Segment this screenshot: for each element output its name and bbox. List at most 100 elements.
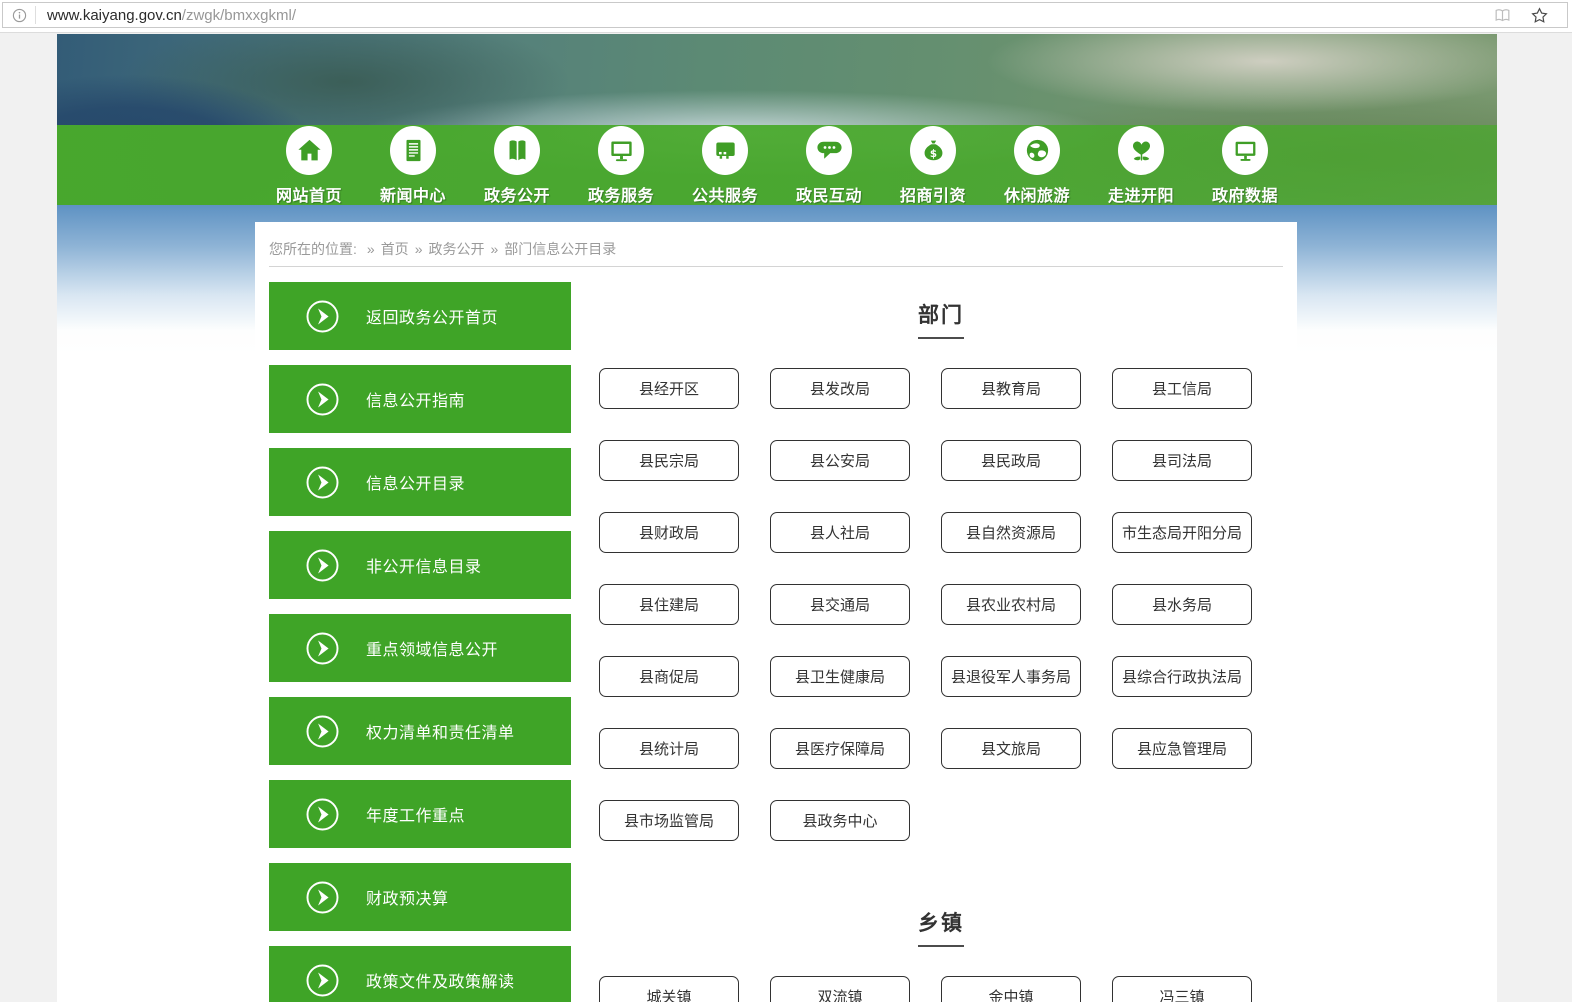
breadcrumb-item: » 首页 xyxy=(361,241,409,257)
sidebar: 返回政务公开首页 信息公开指南 信息公开目录 非公开信息目录 xyxy=(269,282,571,1002)
nav-item-新闻中心[interactable]: 新闻中心 xyxy=(361,124,465,206)
bookmark-star-icon[interactable] xyxy=(1530,6,1549,25)
site-wrapper: 网站首页 新闻中心 政务公开 xyxy=(57,34,1497,1002)
department-button[interactable]: 县文旅局 xyxy=(941,728,1081,769)
department-button[interactable]: 市生态局开阳分局 xyxy=(1112,512,1252,553)
department-button[interactable]: 县交通局 xyxy=(770,584,910,625)
department-button[interactable]: 县民政局 xyxy=(941,440,1081,481)
department-button[interactable]: 县退役军人事务局 xyxy=(941,656,1081,697)
circle-arrow-icon xyxy=(305,963,340,998)
circle-arrow-icon xyxy=(305,880,340,915)
department-button[interactable]: 县商促局 xyxy=(599,656,739,697)
department-button[interactable]: 县应急管理局 xyxy=(1112,728,1252,769)
sidebar-item-重点领域信息公开[interactable]: 重点领域信息公开 xyxy=(269,614,571,682)
department-button[interactable]: 县统计局 xyxy=(599,728,739,769)
nav-item-休闲旅游[interactable]: 休闲旅游 xyxy=(985,124,1089,206)
department-button[interactable]: 县教育局 xyxy=(941,368,1081,409)
main-nav: 网站首页 新闻中心 政务公开 xyxy=(57,125,1497,205)
townships-title: 乡镇 xyxy=(599,907,1283,937)
sidebar-item-信息公开目录[interactable]: 信息公开目录 xyxy=(269,448,571,516)
breadcrumb-prefix: 您所在的位置: xyxy=(269,241,357,257)
township-button[interactable]: 金中镇 xyxy=(941,976,1081,1002)
nav-item-政务公开[interactable]: 政务公开 xyxy=(465,124,569,206)
info-icon xyxy=(11,7,28,24)
departments-title: 部门 xyxy=(599,299,1283,329)
nav-icon-circle xyxy=(702,126,748,175)
departments-title-underline xyxy=(918,337,964,339)
department-button[interactable]: 县公安局 xyxy=(770,440,910,481)
department-button[interactable]: 县经开区 xyxy=(599,368,739,409)
township-button[interactable]: 城关镇 xyxy=(599,976,739,1002)
department-button[interactable]: 县自然资源局 xyxy=(941,512,1081,553)
sidebar-item-财政预决算[interactable]: 财政预决算 xyxy=(269,863,571,931)
department-button[interactable]: 县综合行政执法局 xyxy=(1112,656,1252,697)
service-icon xyxy=(711,136,740,165)
breadcrumb-link[interactable]: 政务公开 xyxy=(428,241,484,257)
nav-icon-circle xyxy=(598,126,644,175)
breadcrumb-separator: » xyxy=(415,241,423,257)
department-button[interactable]: 县水务局 xyxy=(1112,584,1252,625)
circle-arrow-icon xyxy=(305,714,340,749)
breadcrumb-divider xyxy=(269,266,1283,267)
department-button[interactable]: 县司法局 xyxy=(1112,440,1252,481)
department-button[interactable]: 县农业农村局 xyxy=(941,584,1081,625)
sidebar-item-年度工作重点[interactable]: 年度工作重点 xyxy=(269,780,571,848)
department-button[interactable]: 县政务中心 xyxy=(770,800,910,841)
sidebar-item-政策文件及政策解读[interactable]: 政策文件及政策解读 xyxy=(269,946,571,1002)
nav-icon-circle xyxy=(390,126,436,175)
globe-icon xyxy=(1023,136,1052,165)
reader-mode-icon[interactable] xyxy=(1493,6,1512,25)
nav-item-公共服务[interactable]: 公共服务 xyxy=(673,124,777,206)
townships-title-underline xyxy=(918,945,964,947)
nav-item-招商引资[interactable]: 招商引资 xyxy=(881,124,985,206)
data-icon xyxy=(1231,136,1260,165)
monitor-icon xyxy=(607,136,636,165)
sidebar-item-非公开信息目录[interactable]: 非公开信息目录 xyxy=(269,531,571,599)
url-bar[interactable]: www.kaiyang.gov.cn/zwgk/bmxxgkml/ xyxy=(2,2,1568,28)
township-button[interactable]: 双流镇 xyxy=(770,976,910,1002)
circle-arrow-icon xyxy=(305,382,340,417)
nav-icon-circle xyxy=(286,126,332,175)
townships-section: 乡镇 城关镇 双流镇 金中镇 冯三镇 xyxy=(599,907,1283,1002)
nav-icon-circle xyxy=(910,126,956,175)
sidebar-item-权力清单和责任清单[interactable]: 权力清单和责任清单 xyxy=(269,697,571,765)
nav-icon-circle xyxy=(494,126,540,175)
breadcrumb-link[interactable]: 首页 xyxy=(381,241,409,257)
nav-item-走进开阳[interactable]: 走进开阳 xyxy=(1089,124,1193,206)
site-info-button[interactable] xyxy=(3,7,35,24)
department-button[interactable]: 县民宗局 xyxy=(599,440,739,481)
department-button[interactable]: 县医疗保障局 xyxy=(770,728,910,769)
department-button[interactable]: 县发改局 xyxy=(770,368,910,409)
department-button[interactable]: 县工信局 xyxy=(1112,368,1252,409)
money-icon xyxy=(919,136,948,165)
circle-arrow-icon xyxy=(305,797,340,832)
department-button[interactable]: 县财政局 xyxy=(599,512,739,553)
department-button[interactable]: 县住建局 xyxy=(599,584,739,625)
url-path: /zwgk/bmxxgkml/ xyxy=(182,7,296,24)
heart-icon xyxy=(1127,136,1156,165)
nav-item-政民互动[interactable]: 政民互动 xyxy=(777,124,881,206)
breadcrumb: 您所在的位置:»首页»政务公开»部门信息公开目录 xyxy=(269,241,1283,257)
home-icon xyxy=(295,136,324,165)
nav-item-网站首页[interactable]: 网站首页 xyxy=(257,124,361,206)
news-icon xyxy=(399,136,428,165)
sidebar-item-返回政务公开首页[interactable]: 返回政务公开首页 xyxy=(269,282,571,350)
browser-chrome: www.kaiyang.gov.cn/zwgk/bmxxgkml/ xyxy=(0,0,1572,33)
department-button[interactable]: 县市场监管局 xyxy=(599,800,739,841)
breadcrumb-item: » 政务公开 xyxy=(409,241,485,257)
breadcrumb-separator: » xyxy=(367,241,375,257)
township-button[interactable]: 冯三镇 xyxy=(1112,976,1252,1002)
department-button[interactable]: 县人社局 xyxy=(770,512,910,553)
nav-icon-circle xyxy=(806,126,852,175)
nav-item-政府数据[interactable]: 政府数据 xyxy=(1193,124,1297,206)
breadcrumb-link[interactable]: 部门信息公开目录 xyxy=(504,241,616,257)
banner-image: 网站首页 新闻中心 政务公开 xyxy=(57,34,1497,205)
nav-item-政务服务[interactable]: 政务服务 xyxy=(569,124,673,206)
main-content: 部门 县经开区 县发改局 县教育局 县工信局 县民宗局 xyxy=(599,282,1283,1002)
sidebar-item-信息公开指南[interactable]: 信息公开指南 xyxy=(269,365,571,433)
book-icon xyxy=(503,136,532,165)
department-button[interactable]: 县卫生健康局 xyxy=(770,656,910,697)
content-panel: 您所在的位置:»首页»政务公开»部门信息公开目录 返回政务公开首页 信息公开指南 xyxy=(255,222,1297,1002)
circle-arrow-icon xyxy=(305,631,340,666)
circle-arrow-icon xyxy=(305,465,340,500)
